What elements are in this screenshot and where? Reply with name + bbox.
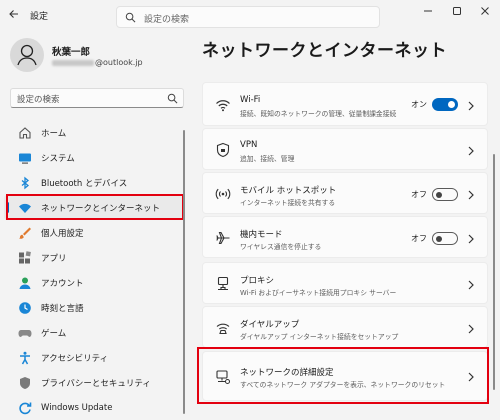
chevron-right-icon [468, 324, 474, 334]
home-icon [18, 126, 32, 140]
sidebar-item-bluetooth[interactable]: Bluetooth とデバイス [0, 170, 190, 195]
card-vpn[interactable]: VPN 追加、接続、管理 [202, 128, 488, 170]
time-language-icon [18, 301, 32, 315]
wifi-toggle[interactable] [432, 98, 458, 111]
top-search-placeholder: 設定の検索 [144, 15, 190, 25]
sidebar-item-label: 時刻と言語 [41, 303, 84, 314]
chevron-right-icon [468, 101, 474, 111]
sidebar-item-gaming[interactable]: ゲーム [0, 320, 190, 345]
card-wifi[interactable]: Wi-Fi 接続、既知のネットワークの管理、従量制課金接続 オン [202, 82, 488, 126]
sidebar-item-label: Windows Update [41, 402, 113, 413]
sidebar-item-label: アカウント [41, 278, 84, 289]
sidebar-search-box[interactable]: 設定の検索 [10, 88, 184, 108]
maximize-icon [453, 7, 461, 15]
gamepad-icon [18, 326, 32, 340]
update-icon [18, 401, 32, 415]
airplane-icon [215, 230, 231, 246]
sidebar-item-label: アクセシビリティ [41, 353, 109, 364]
wifi-icon [215, 97, 231, 113]
search-icon [167, 93, 178, 104]
sidebar-item-label: システム [41, 153, 75, 164]
page-title: ネットワークとインターネット [202, 41, 447, 61]
sidebar-item-windows-update[interactable]: Windows Update [0, 395, 190, 420]
card-title: Wi-Fi [240, 95, 261, 105]
search-icon [125, 12, 136, 23]
sidebar-scrollbar[interactable] [183, 130, 185, 414]
redacted-email-part [52, 59, 94, 66]
card-subtitle: 追加、接続、管理 [240, 155, 295, 163]
hotspot-state-label: オフ [411, 190, 427, 199]
apps-icon [18, 250, 32, 265]
close-button[interactable] [471, 0, 499, 22]
sidebar-item-label: Bluetooth とデバイス [41, 178, 128, 189]
user-email-suffix: @outlook.jp [95, 58, 143, 67]
app-title: 設定 [30, 12, 49, 22]
card-title: モバイル ホットスポット [240, 186, 337, 196]
sidebar-nav: ホーム システム Bluetooth とデバイス ネットワークとインターネット … [0, 120, 190, 420]
card-subtitle: 接続、既知のネットワークの管理、従量制課金接続 [240, 110, 397, 118]
card-subtitle: インターネット接続を共有する [240, 199, 336, 207]
sidebar-item-label: プライバシーとセキュリティ [41, 378, 151, 389]
card-proxy[interactable]: プロキシ Wi-Fi およびイーサネット接続用プロキシ サーバー [202, 262, 488, 304]
sidebar-item-personalization[interactable]: 個人用設定 [0, 220, 190, 245]
highlight-box-sidebar [6, 194, 184, 220]
sidebar-search-placeholder: 設定の検索 [17, 95, 60, 105]
vpn-shield-icon [215, 142, 231, 158]
airplane-toggle[interactable] [432, 232, 458, 245]
system-icon [18, 151, 32, 165]
user-silhouette-icon [17, 44, 37, 66]
chevron-right-icon [468, 146, 474, 156]
airplane-state-label: オフ [411, 234, 427, 243]
back-button[interactable] [6, 6, 22, 22]
hotspot-icon [215, 186, 231, 202]
avatar[interactable] [10, 38, 44, 72]
card-dialup[interactable]: ダイヤルアップ ダイヤルアップ インターネット接続をセットアップ [202, 306, 488, 348]
proxy-icon [215, 276, 231, 292]
card-subtitle: Wi-Fi およびイーサネット接続用プロキシ サーバー [240, 289, 397, 297]
card-title: プロキシ [240, 276, 275, 286]
sidebar-item-time-language[interactable]: 時刻と言語 [0, 295, 190, 320]
card-subtitle: ダイヤルアップ インターネット接続をセットアップ [240, 333, 399, 341]
sidebar-item-system[interactable]: システム [0, 145, 190, 170]
dialup-icon [215, 320, 231, 336]
sidebar-item-label: 個人用設定 [41, 228, 84, 239]
chevron-right-icon [468, 190, 474, 200]
brush-icon [18, 226, 32, 240]
accessibility-icon [18, 351, 32, 365]
sidebar-item-apps[interactable]: アプリ [0, 245, 190, 270]
account-icon [18, 276, 32, 290]
sidebar-item-privacy-security[interactable]: プライバシーとセキュリティ [0, 370, 190, 395]
chevron-right-icon [468, 280, 474, 290]
card-title: VPN [240, 140, 258, 150]
minimize-icon [424, 10, 432, 12]
card-title: 機内モード [240, 230, 283, 240]
sidebar-item-label: ゲーム [41, 328, 67, 339]
back-arrow-icon [9, 10, 18, 18]
shield-icon [18, 376, 32, 390]
maximize-button[interactable] [443, 0, 471, 22]
title-bar: 設定 設定の検索 [0, 0, 500, 30]
sidebar-item-accounts[interactable]: アカウント [0, 270, 190, 295]
chevron-right-icon [468, 234, 474, 244]
highlight-box-advanced [197, 347, 489, 404]
card-airplane-mode[interactable]: 機内モード ワイヤレス通信を停止する オフ [202, 216, 488, 258]
user-name: 秋葉一郎 [52, 47, 91, 58]
card-title: ダイヤルアップ [240, 320, 300, 330]
bluetooth-icon [18, 176, 32, 190]
minimize-button[interactable] [414, 0, 442, 22]
user-email: @outlook.jp [52, 58, 143, 67]
wifi-state-label: オン [411, 100, 427, 109]
sidebar-item-home[interactable]: ホーム [0, 120, 190, 145]
close-icon [481, 7, 489, 15]
card-mobile-hotspot[interactable]: モバイル ホットスポット インターネット接続を共有する オフ [202, 172, 488, 214]
top-search-box[interactable]: 設定の検索 [116, 6, 380, 28]
hotspot-toggle[interactable] [432, 188, 458, 201]
sidebar-item-label: アプリ [41, 253, 67, 264]
sidebar-item-accessibility[interactable]: アクセシビリティ [0, 345, 190, 370]
main-scrollbar[interactable] [493, 154, 495, 390]
card-subtitle: ワイヤレス通信を停止する [240, 243, 322, 251]
sidebar-item-label: ホーム [41, 128, 67, 139]
